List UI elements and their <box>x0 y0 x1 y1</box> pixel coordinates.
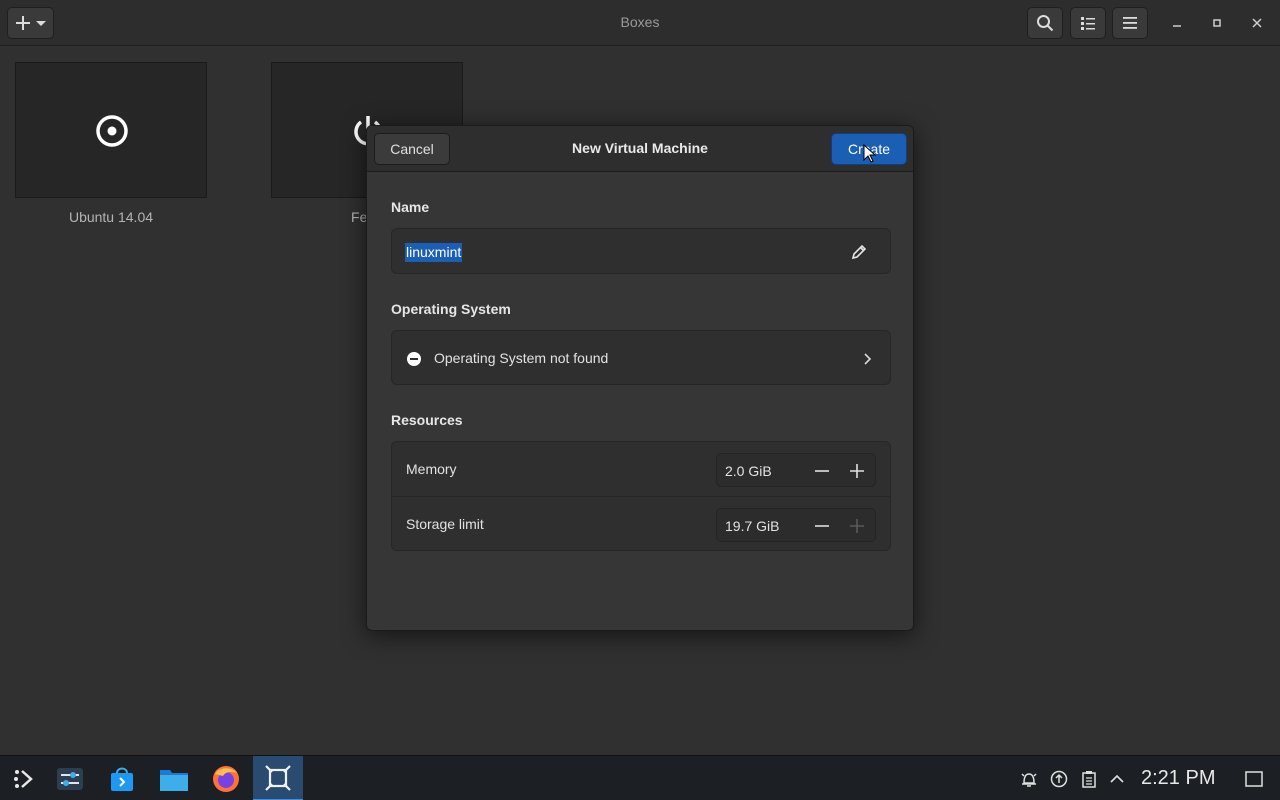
dialog-header: Cancel New Virtual Machine Create <box>367 126 913 172</box>
memory-increase-button[interactable] <box>844 458 870 484</box>
storage-row: Storage limit 19.7 GiB <box>392 497 890 552</box>
main-menu-button[interactable] <box>1112 7 1148 39</box>
resources-list: Memory 2.0 GiB Storage limit 19.7 GiB <box>391 441 891 551</box>
search-icon <box>1037 15 1054 32</box>
maximize-button[interactable] <box>1206 12 1228 34</box>
name-section-label: Name <box>391 199 430 215</box>
storage-spinbutton[interactable]: 19.7 GiB <box>716 508 876 542</box>
search-button[interactable] <box>1027 7 1063 39</box>
maximize-icon <box>1213 19 1221 27</box>
storage-value[interactable]: 19.7 GiB <box>725 518 779 534</box>
tray-expand-button[interactable] <box>1106 768 1128 790</box>
show-desktop-icon <box>1245 771 1263 787</box>
taskbar-software-store[interactable] <box>97 756 147 800</box>
name-field[interactable]: linuxmint <box>391 228 891 274</box>
taskbar: 2:21 PM <box>0 755 1280 800</box>
os-value: Operating System not found <box>434 350 609 366</box>
taskbar-file-manager[interactable] <box>149 756 199 800</box>
clipboard-icon <box>1082 771 1096 788</box>
close-button[interactable] <box>1246 12 1268 34</box>
list-view-icon <box>1081 17 1095 30</box>
plus-icon <box>850 464 864 478</box>
firefox-icon <box>213 765 239 792</box>
memory-row: Memory 2.0 GiB <box>392 442 890 497</box>
not-found-icon <box>407 352 421 366</box>
chevron-right-icon <box>864 353 872 365</box>
tray-expand-icon <box>1110 774 1124 783</box>
storage-label: Storage limit <box>406 516 484 532</box>
memory-value[interactable]: 2.0 GiB <box>725 463 772 479</box>
box-label: Ubuntu 14.04 <box>68 209 154 225</box>
tray-clipboard[interactable] <box>1078 768 1100 790</box>
minimize-icon <box>1173 25 1181 27</box>
taskbar-firefox[interactable] <box>201 756 251 800</box>
show-desktop-button[interactable] <box>1243 768 1265 790</box>
edit-pencil-icon[interactable] <box>851 244 867 260</box>
name-value[interactable]: linuxmint <box>405 243 463 262</box>
app-launcher-button[interactable] <box>0 756 50 800</box>
header-bar: Boxes <box>0 0 1280 46</box>
taskbar-boxes[interactable] <box>253 756 303 800</box>
memory-decrease-button[interactable] <box>809 458 835 484</box>
tray-updates[interactable] <box>1048 768 1070 790</box>
os-row[interactable]: Operating System not found <box>391 330 891 385</box>
app-launcher-icon <box>14 769 33 788</box>
minus-icon <box>815 525 829 527</box>
hamburger-menu-icon <box>1123 17 1137 29</box>
system-settings-icon <box>57 767 83 790</box>
minimize-button[interactable] <box>1166 12 1188 34</box>
taskbar-system-settings[interactable] <box>45 756 95 800</box>
close-icon <box>1252 18 1262 28</box>
disc-icon <box>96 115 128 147</box>
tray-notifications[interactable] <box>1018 768 1040 790</box>
file-manager-icon <box>160 769 188 791</box>
minus-icon <box>815 470 829 472</box>
os-section-label: Operating System <box>391 301 511 317</box>
boxes-icon <box>265 764 291 791</box>
storage-increase-button <box>844 513 870 539</box>
mouse-cursor-icon <box>863 144 877 163</box>
notifications-icon <box>1021 773 1037 787</box>
updates-icon <box>1050 770 1068 788</box>
resources-section-label: Resources <box>391 412 463 428</box>
plus-icon <box>850 519 864 533</box>
clock[interactable]: 2:21 PM <box>1141 767 1215 790</box>
memory-spinbutton[interactable]: 2.0 GiB <box>716 453 876 487</box>
storage-decrease-button[interactable] <box>809 513 835 539</box>
software-store-icon <box>111 767 133 791</box>
memory-label: Memory <box>406 461 457 477</box>
box-tile-ubuntu[interactable] <box>15 62 207 198</box>
view-toggle-button[interactable] <box>1070 7 1106 39</box>
new-vm-dialog: Cancel New Virtual Machine Create Name l… <box>366 125 914 631</box>
